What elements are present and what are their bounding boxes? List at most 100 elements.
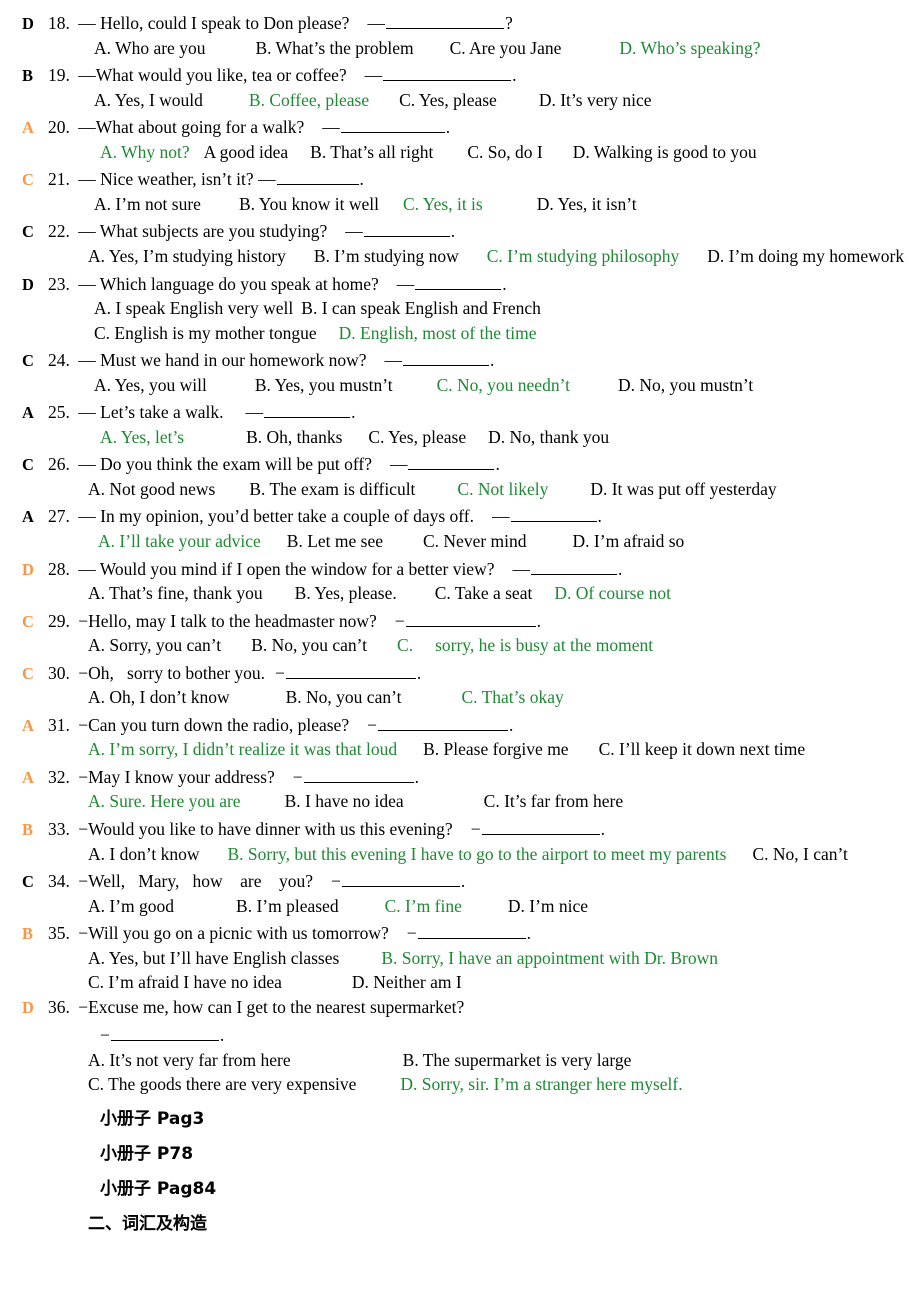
- option-choice[interactable]: B. I’m pleased: [236, 896, 339, 916]
- option-choice[interactable]: D. I’m afraid so: [573, 531, 685, 551]
- footer-note-line: 小册子 P78: [100, 1143, 194, 1164]
- option-choice[interactable]: D. English, most of the time: [339, 323, 537, 343]
- option-choice[interactable]: B. Please forgive me: [423, 739, 568, 759]
- option-choice[interactable]: C. Are you Jane: [450, 38, 562, 58]
- option-choice[interactable]: D. Sorry, sir. I’m a stranger here mysel…: [400, 1074, 682, 1094]
- option-choice[interactable]: A. Yes, I would: [94, 90, 203, 110]
- option-choice[interactable]: C. It’s far from here: [484, 791, 623, 811]
- option-choice[interactable]: A. I don’t know: [88, 844, 199, 864]
- option-choice[interactable]: C. The goods there are very expensive: [88, 1074, 356, 1094]
- option-choice[interactable]: B. The supermarket is very large: [403, 1050, 632, 1070]
- answer-blank: [363, 220, 450, 238]
- option-choice[interactable]: A. Sure. Here you are: [88, 791, 241, 811]
- question-stem-text: — Must we hand in our homework now?: [78, 350, 367, 371]
- option-choice[interactable]: C. Yes, it is: [403, 194, 483, 214]
- option-choice[interactable]: B. The exam is difficult: [249, 479, 415, 499]
- option-choice[interactable]: A. I’m good: [88, 896, 174, 916]
- option-choice[interactable]: sorry, he is busy at the moment: [435, 635, 653, 655]
- stem-dash: −: [331, 871, 341, 892]
- question-number: 28.: [48, 558, 75, 579]
- stem-dash: −: [406, 923, 417, 944]
- option-choice[interactable]: B. That’s all right: [310, 142, 433, 162]
- question-stem-text: −Hello, may I talk to the headmaster now…: [78, 610, 377, 631]
- option-row: A. I’m good B. I’m pleased C. I’m fine D. I…: [0, 896, 920, 916]
- option-choice[interactable]: A. I’ll take your advice: [98, 531, 261, 551]
- option-choice[interactable]: A. Who are you: [94, 38, 205, 58]
- option-choice[interactable]: A. Yes, let’s: [100, 427, 184, 447]
- option-choice[interactable]: C. Not likely: [457, 479, 548, 499]
- option-choice[interactable]: B. Let me see: [287, 531, 383, 551]
- option-choice[interactable]: B. I can speak English and French: [301, 298, 541, 318]
- answer-key-letter: D: [22, 274, 34, 294]
- option-choice[interactable]: C. Take a seat: [435, 583, 533, 603]
- option-choice[interactable]: C. So, do I: [467, 142, 542, 162]
- option-choice[interactable]: B. Yes, please.: [295, 583, 397, 603]
- option-choice[interactable]: A. Yes, I’m studying history: [88, 246, 286, 266]
- option-choice[interactable]: B. Oh, thanks: [246, 427, 342, 447]
- stem-dash: —: [345, 221, 363, 242]
- question-stem-text: −Oh, sorry to bother you.: [78, 662, 266, 683]
- option-choice[interactable]: D. It was put off yesterday: [590, 479, 776, 499]
- option-choice[interactable]: C.: [397, 635, 413, 655]
- option-choice[interactable]: A. Not good news: [88, 479, 215, 499]
- question-stem-text: −May I know your address?: [78, 766, 275, 787]
- option-choice[interactable]: B. Coffee, please: [249, 90, 369, 110]
- option-choice[interactable]: C. English is my mother tongue: [94, 323, 317, 343]
- question-stem-row: C 22. — What subjects are you studying? —.: [0, 220, 920, 241]
- question-number: 31.: [48, 714, 75, 735]
- option-choice[interactable]: A. Yes, you will: [94, 375, 207, 395]
- question-stem-text: −Can you turn down the radio, please?: [78, 714, 350, 735]
- option-choice[interactable]: C. That’s okay: [461, 687, 563, 707]
- option-choice[interactable]: D. No, you mustn’t: [618, 375, 753, 395]
- option-choice[interactable]: D. I’m doing my homework: [707, 246, 904, 266]
- option-choice[interactable]: B. You know it well: [239, 194, 379, 214]
- option-choice[interactable]: A. Sorry, you can’t: [88, 635, 221, 655]
- option-choice[interactable]: A. It’s not very far from here: [88, 1050, 291, 1070]
- option-choice[interactable]: D. Of course not: [554, 583, 671, 603]
- option-choice[interactable]: C. I’ll keep it down next time: [599, 739, 806, 759]
- question-stem-continuation: −.: [0, 1024, 920, 1045]
- option-choice[interactable]: C. No, you needn’t: [437, 375, 570, 395]
- option-choice[interactable]: C. I’m studying philosophy: [487, 246, 680, 266]
- option-row: A. Yes, you will B. Yes, you mustn’t C. No…: [0, 375, 920, 395]
- answer-blank: [340, 116, 445, 134]
- option-choice[interactable]: C. I’m fine: [385, 896, 462, 916]
- stem-punctuation: .: [526, 923, 532, 944]
- option-choice[interactable]: B. I’m studying now: [314, 246, 459, 266]
- answer-blank: [341, 870, 460, 888]
- option-choice[interactable]: B. Sorry, but this evening I have to go …: [227, 844, 726, 864]
- option-choice[interactable]: A. Oh, I don’t know: [88, 687, 230, 707]
- option-choice[interactable]: A. Yes, but I’ll have English classes: [88, 948, 339, 968]
- option-choice[interactable]: D. Neither am I: [352, 972, 462, 992]
- question-number: 20.: [48, 117, 75, 138]
- option-choice[interactable]: C. Never mind: [423, 531, 527, 551]
- option-choice[interactable]: D. Walking is good to you: [573, 142, 757, 162]
- option-choice[interactable]: A. Why not?: [100, 142, 190, 162]
- option-choice[interactable]: D. I’m nice: [508, 896, 588, 916]
- option-choice[interactable]: B. Yes, you mustn’t: [255, 375, 393, 395]
- option-row: A. Why not? A good idea B. That’s all righ…: [0, 142, 920, 162]
- option-choice[interactable]: D. It’s very nice: [539, 90, 652, 110]
- option-choice[interactable]: A. I’m sorry, I didn’t realize it was th…: [88, 739, 397, 759]
- option-choice[interactable]: B. No, you can’t: [286, 687, 402, 707]
- option-choice[interactable]: D. Yes, it isn’t: [537, 194, 637, 214]
- question-stem-row: C 29. −Hello, may I talk to the headmaste…: [0, 610, 920, 631]
- option-choice[interactable]: B. Sorry, I have an appointment with Dr.…: [381, 948, 718, 968]
- option-choice[interactable]: B. I have no idea: [285, 791, 404, 811]
- option-choice[interactable]: C. I’m afraid I have no idea: [88, 972, 282, 992]
- option-choice[interactable]: C. Yes, please: [368, 427, 466, 447]
- option-choice[interactable]: A. I’m not sure: [94, 194, 201, 214]
- stem-punctuation: .: [414, 766, 419, 787]
- question-block: C 26. — Do you think the exam will be put…: [0, 453, 920, 498]
- option-choice[interactable]: D. No, thank you: [488, 427, 609, 447]
- option-choice[interactable]: A. That’s fine, thank you: [88, 583, 263, 603]
- option-choice[interactable]: A good idea: [204, 142, 289, 162]
- option-choice[interactable]: D. Who’s speaking?: [619, 38, 760, 58]
- option-choice[interactable]: B. What’s the problem: [255, 38, 413, 58]
- option-choice[interactable]: C. Yes, please: [399, 90, 497, 110]
- option-choice[interactable]: B. No, you can’t: [251, 635, 367, 655]
- question-stem-text: −Well, Mary, how are you?: [78, 871, 314, 892]
- option-choice[interactable]: C. No, I can’t: [752, 844, 847, 864]
- question-block: B 19. —What would you like, tea or coffee…: [0, 64, 920, 109]
- option-choice[interactable]: A. I speak English very well: [94, 298, 293, 318]
